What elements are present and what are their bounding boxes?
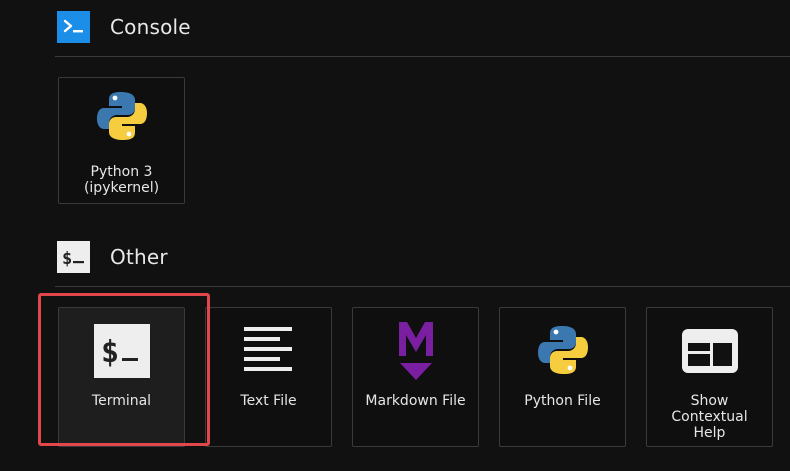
- contextual-help-card[interactable]: Show Contextual Help: [646, 307, 773, 447]
- python3-label-line2: (ipykernel): [83, 180, 160, 196]
- console-section-title: Console: [110, 15, 191, 39]
- console-divider: [55, 56, 790, 57]
- markdown-file-card[interactable]: Markdown File: [352, 307, 479, 447]
- terminal-dollar-icon: $: [57, 241, 90, 273]
- svg-text:$: $: [101, 335, 119, 370]
- python-logo-icon: [535, 322, 591, 382]
- python-file-card[interactable]: Python File: [499, 307, 626, 447]
- terminal-icon: $: [93, 324, 150, 382]
- text-file-card[interactable]: Text File: [205, 307, 332, 447]
- other-divider: [55, 286, 790, 287]
- text-lines-icon: [243, 325, 294, 381]
- launcher-panel: Console Python 3 (ipykernel) $ Other $ T…: [0, 0, 790, 471]
- contextual-help-label-line2: Contextual: [671, 409, 748, 425]
- svg-text:$: $: [62, 249, 72, 269]
- python3-label-line1: Python 3: [90, 164, 153, 180]
- console-section-header: Console: [57, 11, 191, 43]
- other-section-header: $ Other: [57, 241, 168, 273]
- python-logo-icon: [94, 88, 150, 148]
- terminal-card[interactable]: $ Terminal: [58, 307, 185, 447]
- other-section-title: Other: [110, 245, 168, 269]
- python-file-label: Python File: [524, 393, 601, 409]
- contextual-help-label-line3: Help: [693, 425, 726, 441]
- contextual-help-icon: [681, 329, 738, 377]
- markdown-m-icon: [395, 320, 437, 384]
- console-prompt-icon: [57, 11, 90, 43]
- contextual-help-label-line1: Show: [690, 393, 729, 409]
- python3-label: Python 3 (ipykernel): [59, 164, 184, 196]
- markdown-file-label: Markdown File: [365, 393, 466, 409]
- text-file-label: Text File: [240, 393, 297, 409]
- python3-console-card[interactable]: Python 3 (ipykernel): [58, 77, 185, 204]
- contextual-help-label: Show Contextual Help: [647, 393, 772, 441]
- terminal-label: Terminal: [91, 393, 152, 409]
